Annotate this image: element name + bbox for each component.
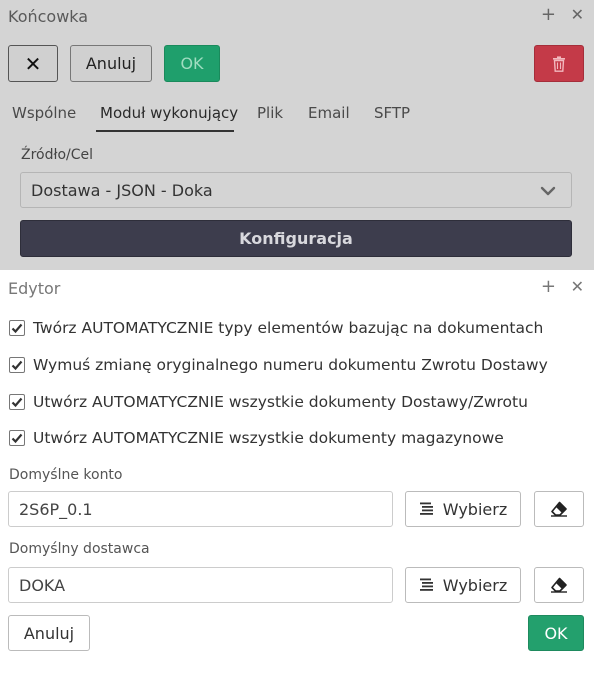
chevron-down-icon	[540, 186, 556, 196]
ok-button[interactable]: OK	[164, 45, 220, 82]
active-tab-indicator	[96, 130, 234, 132]
eraser-icon	[551, 501, 567, 517]
checkbox-force-number-change[interactable]: Wymuś zmianę oryginalnego numeru dokumen…	[9, 354, 548, 376]
tab-email[interactable]: Email	[308, 104, 350, 122]
checkbox[interactable]	[9, 357, 25, 373]
checkbox-label: Twórz AUTOMATYCZNIE typy elementów bazuj…	[33, 319, 544, 337]
tab-wspolne[interactable]: Wspólne	[12, 104, 76, 122]
source-select[interactable]: Dostawa - JSON - Doka	[20, 172, 572, 208]
checkbox[interactable]	[9, 394, 25, 410]
plus-icon[interactable]: +	[541, 276, 556, 298]
default-account-input[interactable]	[8, 491, 393, 527]
checkbox[interactable]	[9, 430, 25, 446]
list-icon	[419, 577, 435, 593]
trash-icon	[553, 55, 565, 72]
select-account-label: Wybierz	[442, 499, 508, 519]
editor-dialog: Edytor + ✕ Twórz AUTOMATYCZNIE typy elem…	[0, 270, 594, 678]
checkmark-icon	[11, 360, 23, 371]
tab-sftp[interactable]: SFTP	[374, 104, 410, 122]
tab-bar: Wspólne Moduł wykonujący Plik Email SFTP	[0, 96, 594, 132]
source-select-value: Dostawa - JSON - Doka	[31, 181, 213, 200]
checkbox-label: Utwórz AUTOMATYCZNIE wszystkie dokumenty…	[33, 429, 504, 447]
default-supplier-input[interactable]	[8, 567, 393, 603]
cancel-button[interactable]: Anuluj	[70, 45, 152, 82]
delete-button[interactable]	[534, 45, 584, 82]
checkbox-label: Wymuś zmianę oryginalnego numeru dokumen…	[33, 356, 548, 374]
background-dialog-title: Końcowka	[8, 7, 89, 26]
default-account-label: Domyślne konto	[9, 467, 123, 483]
tab-modul-wykonujacy[interactable]: Moduł wykonujący	[100, 104, 238, 122]
checkmark-icon	[11, 323, 23, 334]
close-icon[interactable]: ✕	[571, 4, 584, 26]
close-button[interactable]: ✕	[8, 45, 58, 82]
eraser-icon	[551, 577, 567, 593]
editor-ok-button[interactable]: OK	[528, 615, 584, 651]
checkbox-auto-element-types[interactable]: Twórz AUTOMATYCZNIE typy elementów bazuj…	[9, 317, 543, 339]
select-supplier-label: Wybierz	[442, 575, 508, 595]
select-supplier-button[interactable]: Wybierz	[405, 567, 521, 603]
background-titlebar: Końcowka + ✕	[0, 0, 594, 32]
select-account-button[interactable]: Wybierz	[405, 491, 521, 527]
checkbox-auto-warehouse-docs[interactable]: Utwórz AUTOMATYCZNIE wszystkie dokumenty…	[9, 427, 504, 449]
checkmark-icon	[11, 433, 23, 444]
plus-icon[interactable]: +	[541, 4, 556, 26]
source-label: Źródło/Cel	[21, 147, 94, 163]
clear-account-button[interactable]	[534, 491, 584, 527]
configuration-button[interactable]: Konfiguracja	[20, 220, 572, 257]
editor-cancel-button[interactable]: Anuluj	[8, 615, 90, 651]
checkbox-auto-delivery-docs[interactable]: Utwórz AUTOMATYCZNIE wszystkie dokumenty…	[9, 391, 528, 413]
tab-plik[interactable]: Plik	[257, 104, 283, 122]
checkbox-label: Utwórz AUTOMATYCZNIE wszystkie dokumenty…	[33, 393, 528, 411]
editor-titlebar: Edytor + ✕	[0, 270, 594, 302]
editor-dialog-title: Edytor	[8, 279, 61, 298]
checkmark-icon	[11, 397, 23, 408]
background-dialog: Końcowka + ✕ ✕ Anuluj OK Wspólne Moduł w…	[0, 0, 594, 270]
checkbox[interactable]	[9, 320, 25, 336]
close-icon[interactable]: ✕	[571, 276, 584, 298]
list-icon	[419, 501, 435, 517]
default-supplier-label: Domyślny dostawca	[9, 541, 150, 557]
clear-supplier-button[interactable]	[534, 567, 584, 603]
